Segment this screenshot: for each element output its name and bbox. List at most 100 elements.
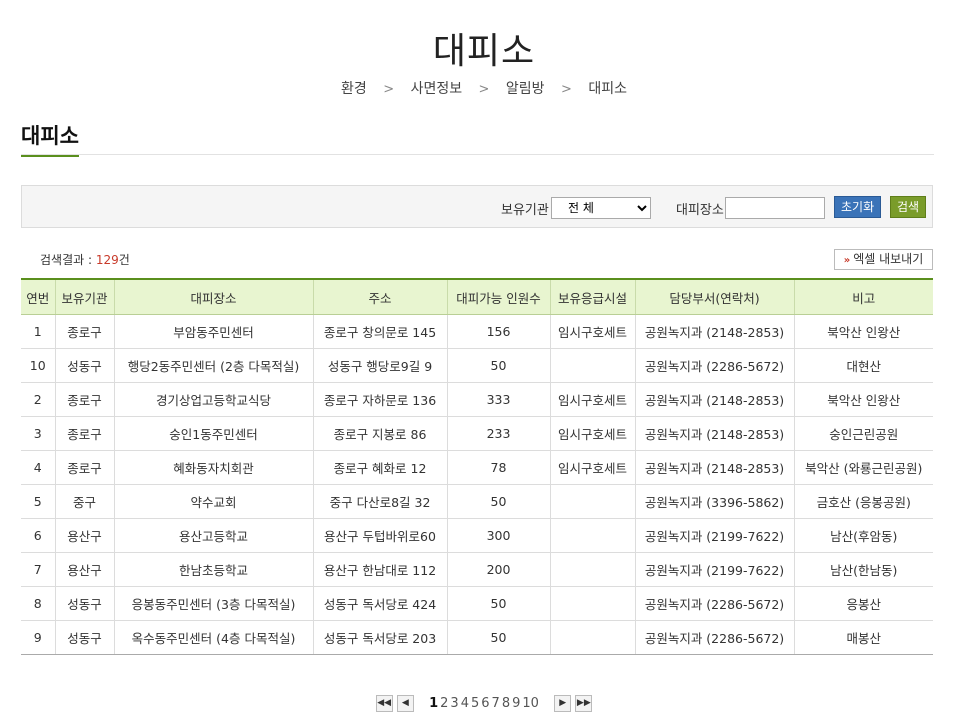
table-cell: 행당2동주민센터 (2층 다목적실)	[114, 348, 314, 383]
table-cell: 156	[447, 314, 551, 349]
table-cell: 성동구 독서당로 203	[313, 620, 448, 655]
org-select[interactable]: 전 체	[551, 197, 651, 219]
table-row: 8 성동구 응봉동주민센터 (3층 다목적실) 성동구 독서당로 424 50 공원녹지과…	[21, 586, 933, 621]
table-cell	[550, 518, 636, 553]
table-cell: 2	[21, 382, 56, 417]
page-numbers: 1 2 3 4 5 6 7 8 9 10	[428, 696, 540, 711]
table-cell: 용산구 두텁바위로60	[313, 518, 448, 553]
prev-page-icon[interactable]: ◀	[396, 695, 414, 712]
table-cell: 매봉산	[794, 620, 933, 655]
table-cell: 50	[447, 348, 551, 383]
chevron-right-icon: >	[383, 82, 395, 97]
place-label: 대피장소	[676, 203, 724, 218]
col-header: 주소	[313, 278, 448, 315]
table-cell: 50	[447, 484, 551, 519]
first-page-icon[interactable]: ◀◀	[375, 695, 393, 712]
chevron-right-icon: >	[478, 82, 490, 97]
breadcrumb-item-notice[interactable]: 알림방	[506, 81, 545, 97]
col-header: 대피가능 인원수	[447, 278, 551, 315]
table-row: 3 종로구 숭인1동주민센터 종로구 지봉로 86 233 임시구호세트 공원녹지과 (21…	[21, 416, 933, 451]
table-cell	[550, 586, 636, 621]
table-cell: 종로구	[55, 450, 115, 485]
table-row: 7 용산구 한남초등학교 용산구 한남대로 112 200 공원녹지과 (2199-762…	[21, 552, 933, 587]
table-cell: 혜화동자치회관	[114, 450, 314, 485]
col-header: 비고	[794, 278, 933, 315]
section-divider	[21, 154, 934, 155]
breadcrumb-item-slope-info[interactable]: 사면정보	[411, 81, 463, 97]
table-cell: 공원녹지과 (2148-2853)	[635, 450, 795, 485]
page-title: 대피소	[432, 31, 536, 72]
table-cell: 공원녹지과 (2286-5672)	[635, 348, 795, 383]
table-cell: 종로구 창의문로 145	[313, 314, 448, 349]
page-number-link[interactable]: 1	[429, 696, 438, 711]
table-cell: 용산구 한남대로 112	[313, 552, 448, 587]
reset-button[interactable]: 초기화	[834, 196, 882, 218]
table-cell: 북악산 인왕산	[794, 314, 933, 349]
result-prefix: 검색결과 :	[40, 253, 96, 267]
table-cell: 부암동주민센터	[114, 314, 314, 349]
table-cell: 응봉동주민센터 (3층 다목적실)	[114, 586, 314, 621]
page-number-link[interactable]: 9	[512, 696, 520, 711]
table-cell: 성동구 행당로9길 9	[313, 348, 448, 383]
table-cell: 1	[21, 314, 56, 349]
excel-export-button[interactable]: » 엑셀 내보내기	[834, 249, 933, 270]
table-cell: 200	[447, 552, 551, 587]
section-title: 대피소	[21, 120, 79, 157]
table-row: 1 종로구 부암동주민센터 종로구 창의문로 145 156 임시구호세트 공원녹지과 (2…	[21, 314, 933, 349]
table-cell: 공원녹지과 (2199-7622)	[635, 518, 795, 553]
page-number-link[interactable]: 3	[450, 696, 458, 711]
page-number-link[interactable]: 5	[471, 696, 479, 711]
breadcrumb: 환경 > 사면정보 > 알림방 > 대피소	[0, 78, 968, 98]
col-header: 보유기관	[55, 278, 115, 315]
table-cell: 용산고등학교	[114, 518, 314, 553]
col-header: 연번	[21, 278, 56, 315]
table-cell	[550, 348, 636, 383]
table-cell: 임시구호세트	[550, 416, 636, 451]
page-number-link[interactable]: 10	[522, 696, 539, 711]
search-panel: 보유기관 전 체 대피장소 초기화 검색	[21, 185, 933, 228]
table-row: 6 용산구 용산고등학교 용산구 두텁바위로60 300 공원녹지과 (2199-7622…	[21, 518, 933, 553]
last-page-icon[interactable]: ▶▶	[575, 695, 593, 712]
breadcrumb-item-home[interactable]: 환경	[341, 81, 367, 97]
table-header-row: 연번 보유기관 대피장소 주소 대피가능 인원수 보유응급시설 담당부서(연락처…	[21, 278, 933, 315]
table-cell: 종로구	[55, 314, 115, 349]
page-number-link[interactable]: 4	[461, 696, 469, 711]
shelter-table: 연번 보유기관 대피장소 주소 대피가능 인원수 보유응급시설 담당부서(연락처…	[21, 278, 933, 655]
page-number-link[interactable]: 6	[481, 696, 489, 711]
chevron-right-icon: >	[561, 82, 572, 97]
table-cell: 공원녹지과 (2148-2853)	[635, 416, 795, 451]
table-cell: 50	[447, 586, 551, 621]
table-cell: 남산(후암동)	[794, 518, 933, 553]
page-number-link[interactable]: 7	[492, 696, 500, 711]
table-cell: 경기상업고등학교식당	[114, 382, 314, 417]
table-row: 4 종로구 혜화동자치회관 종로구 혜화로 12 78 임시구호세트 공원녹지과 (2148…	[21, 450, 933, 485]
table-cell: 10	[21, 348, 56, 383]
table-cell: 78	[447, 450, 551, 485]
table-cell: 공원녹지과 (2148-2853)	[635, 314, 795, 349]
table-cell	[550, 620, 636, 655]
table-cell: 금호산 (응봉공원)	[794, 484, 933, 519]
page-number-link[interactable]: 2	[440, 696, 448, 711]
table-cell: 한남초등학교	[114, 552, 314, 587]
excel-export-label: 엑셀 내보내기	[853, 252, 924, 266]
table-cell: 7	[21, 552, 56, 587]
table-cell: 공원녹지과 (3396-5862)	[635, 484, 795, 519]
table-cell: 종로구	[55, 416, 115, 451]
table-cell: 응봉산	[794, 586, 933, 621]
table-row: 5 중구 약수교회 중구 다산로8길 32 50 공원녹지과 (3396-5862) 금호산…	[21, 484, 933, 519]
table-cell: 6	[21, 518, 56, 553]
table-cell: 용산구	[55, 552, 115, 587]
table-cell: 5	[21, 484, 56, 519]
place-input[interactable]	[725, 197, 825, 219]
table-cell: 공원녹지과 (2286-5672)	[635, 586, 795, 621]
page-number-link[interactable]: 8	[502, 696, 510, 711]
table-cell: 옥수동주민센터 (4층 다목적실)	[114, 620, 314, 655]
table-cell: 임시구호세트	[550, 450, 636, 485]
double-chevron-icon: »	[843, 255, 851, 266]
search-button[interactable]: 검색	[890, 196, 927, 218]
table-cell: 북악산 (와룡근린공원)	[794, 450, 933, 485]
table-cell	[550, 552, 636, 587]
col-header: 보유응급시설	[550, 278, 636, 315]
next-page-icon[interactable]: ▶	[554, 695, 572, 712]
table-cell: 9	[21, 620, 56, 655]
